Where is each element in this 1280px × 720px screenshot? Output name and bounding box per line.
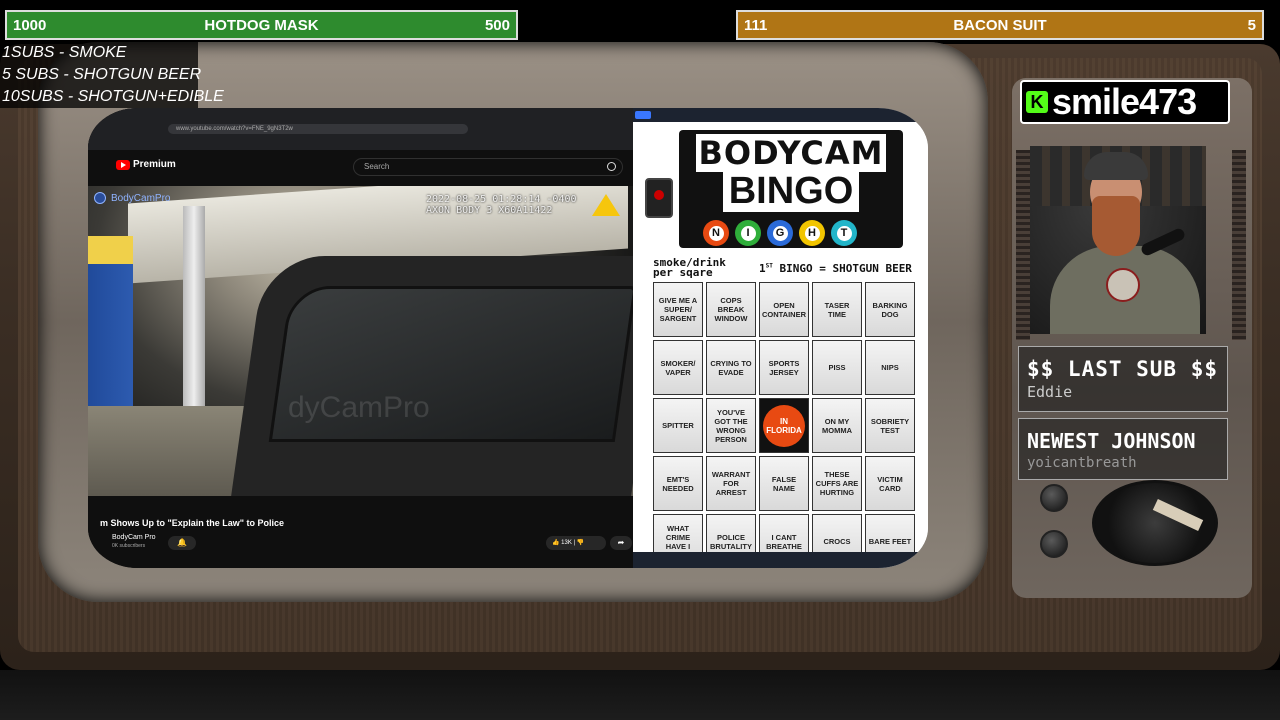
sub-reward-3: 10SUBS - SHOTGUN+EDIBLE	[2, 88, 224, 105]
channel-watermark-text: BodyCamPro	[111, 192, 171, 204]
youtube-window: www.youtube.com/watch?v=FNE_9gN3T2w Prem…	[88, 108, 633, 568]
tv-knob-bottom	[1040, 530, 1068, 558]
speaker-grille-left	[1016, 150, 1030, 340]
youtube-play-icon	[116, 159, 130, 170]
sub-reward-2: 5 SUBS - SHOTGUN BEER	[2, 66, 202, 83]
like-button[interactable]: 👍 13K | 👎	[546, 536, 606, 550]
bingo-ball-g: G	[767, 220, 793, 246]
search-input[interactable]: Search	[353, 158, 623, 176]
goal-left-title: HOTDOG MASK	[204, 16, 319, 34]
bingo-cell: IN FLORIDA	[759, 398, 809, 453]
bingo-cell: WARRANT FOR ARREST	[706, 456, 756, 511]
bingo-cell: EMT'S NEEDED	[653, 456, 703, 511]
last-sub-label: $$ LAST SUB $$	[1027, 357, 1219, 381]
bingo-cell: SOBRIETY TEST	[865, 398, 915, 453]
timestamp-line2: AXON BODY 3 X60A11422	[426, 205, 553, 216]
beard	[1092, 196, 1140, 256]
stream-overlay: www.youtube.com/watch?v=FNE_9gN3T2w Prem…	[0, 0, 1280, 720]
car-door	[231, 256, 633, 496]
youtube-logo-text: Premium	[133, 159, 176, 170]
bingo-title-line2: BINGO	[679, 170, 903, 213]
newest-name: yoicantbreath	[1027, 455, 1137, 471]
bingo-cell: SMOKER/ VAPER	[653, 340, 703, 395]
beanie	[1084, 152, 1148, 180]
image-viewer-toolbar	[633, 108, 928, 122]
bingo-cell: GIVE ME A SUPER/ SARGENT	[653, 282, 703, 337]
streamer-name-box: K smile473	[1020, 80, 1230, 124]
streamer-username: smile473	[1052, 81, 1197, 122]
newest-label: NEWEST JOHNSON	[1027, 429, 1196, 453]
browser-bar: www.youtube.com/watch?v=FNE_9gN3T2w	[88, 108, 633, 150]
bodycam-icon	[645, 178, 673, 218]
image-viewer-statusbar	[633, 552, 928, 568]
channel-name: BodyCam Pro	[112, 534, 156, 541]
bingo-cell: BARKING DOG	[865, 282, 915, 337]
bingo-cell: COPS BREAK WINDOW	[706, 282, 756, 337]
sub-rewards-list: 1SUBS - SMOKE 5 SUBS - SHOTGUN BEER 10SU…	[0, 42, 224, 108]
bingo-cell: PISS	[812, 340, 862, 395]
bingo-image-viewer: BODYCAM BINGO NIGHT smoke/drink per sqar…	[633, 108, 928, 568]
smoke-rule-line2: per sqare	[653, 266, 713, 279]
bingo-cell: NIPS	[865, 340, 915, 395]
viewer-tab[interactable]	[635, 111, 651, 119]
goal-right-title: BACON SUIT	[953, 16, 1047, 34]
goal-bar-bacon-suit: 111 BACON SUIT 5	[736, 10, 1264, 40]
goal-bar-hotdog-mask: 1000 HOTDOG MASK 500	[5, 10, 518, 40]
bingo-ball-n: N	[703, 220, 729, 246]
video-player[interactable]: BodyCamPro 2022-08-25 01:28:14 -0400 AXO…	[88, 186, 633, 496]
bingo-title-line1: BODYCAM	[679, 134, 903, 172]
kick-logo-icon: K	[1026, 91, 1048, 113]
bingo-ball-h: H	[799, 220, 825, 246]
channel-info[interactable]: BodyCam Pro 0K subscribers	[112, 534, 156, 549]
bingo-cell: SPITTER	[653, 398, 703, 453]
youtube-header: Premium Search	[88, 150, 633, 184]
bingo-ball-t: T	[831, 220, 857, 246]
speaker-grille-right	[1232, 150, 1246, 340]
newest-johnson-panel: NEWEST JOHNSON yoicantbreath	[1018, 418, 1228, 480]
bingo-cell: CRYING TO EVADE	[706, 340, 756, 395]
tv-screen: www.youtube.com/watch?v=FNE_9gN3T2w Prem…	[88, 108, 928, 568]
bingo-cell: SPORTS JERSEY	[759, 340, 809, 395]
channel-watermark: BodyCamPro	[94, 192, 170, 204]
youtube-logo[interactable]: Premium	[116, 159, 176, 170]
search-icon[interactable]	[607, 162, 616, 171]
bingo-cell: TASER TIME	[812, 282, 862, 337]
sub-reward-1: 1SUBS - SMOKE	[2, 44, 127, 61]
bingo-cell: THESE CUFFS ARE HURTING	[812, 456, 862, 511]
first-bingo-rule: 1ST BINGO = SHOTGUN BEER	[759, 262, 912, 275]
timestamp-line1: 2022-08-25 01:28:14 -0400	[426, 194, 577, 205]
bingo-cell: VICTIM CARD	[865, 456, 915, 511]
channel-logo-icon	[94, 192, 106, 204]
url-bar[interactable]: www.youtube.com/watch?v=FNE_9gN3T2w	[168, 124, 468, 134]
bingo-card: BODYCAM BINGO NIGHT smoke/drink per sqar…	[633, 122, 928, 568]
subscriber-count: 0K subscribers	[112, 543, 146, 549]
bingo-cell: FALSE NAME	[759, 456, 809, 511]
axon-logo-icon	[592, 194, 620, 216]
shirt-logo	[1106, 268, 1140, 302]
tv-knob-top	[1040, 484, 1068, 512]
center-watermark: dyCamPro	[288, 391, 430, 424]
bodycam-timestamp: 2022-08-25 01:28:14 -0400 AXON BODY 3 X6…	[426, 194, 577, 216]
floor	[0, 670, 1280, 720]
webcam-feed	[1030, 146, 1206, 334]
bingo-header: BODYCAM BINGO NIGHT	[679, 130, 903, 248]
bingo-cell: YOU'VE GOT THE WRONG PERSON	[706, 398, 756, 453]
channel-dial	[1092, 480, 1218, 566]
like-count: 13K	[561, 540, 572, 546]
share-button[interactable]: ➦	[610, 536, 632, 550]
bingo-cell: OPEN CONTAINER	[759, 282, 809, 337]
bingo-ball-i: I	[735, 220, 761, 246]
video-title: m Shows Up to "Explain the Law" to Polic…	[100, 518, 285, 528]
bingo-cell: ON MY MOMMA	[812, 398, 862, 453]
last-sub-panel: $$ LAST SUB $$ Eddie	[1018, 346, 1228, 412]
last-sub-name: Eddie	[1027, 383, 1073, 401]
night-balls: NIGHT	[703, 220, 857, 246]
smoke-rule: smoke/drink per sqare	[653, 257, 726, 279]
search-placeholder: Search	[364, 162, 390, 171]
bingo-grid: GIVE ME A SUPER/ SARGENT COPS BREAK WINDO…	[653, 282, 915, 568]
notification-bell-button[interactable]: 🔔	[168, 536, 196, 550]
